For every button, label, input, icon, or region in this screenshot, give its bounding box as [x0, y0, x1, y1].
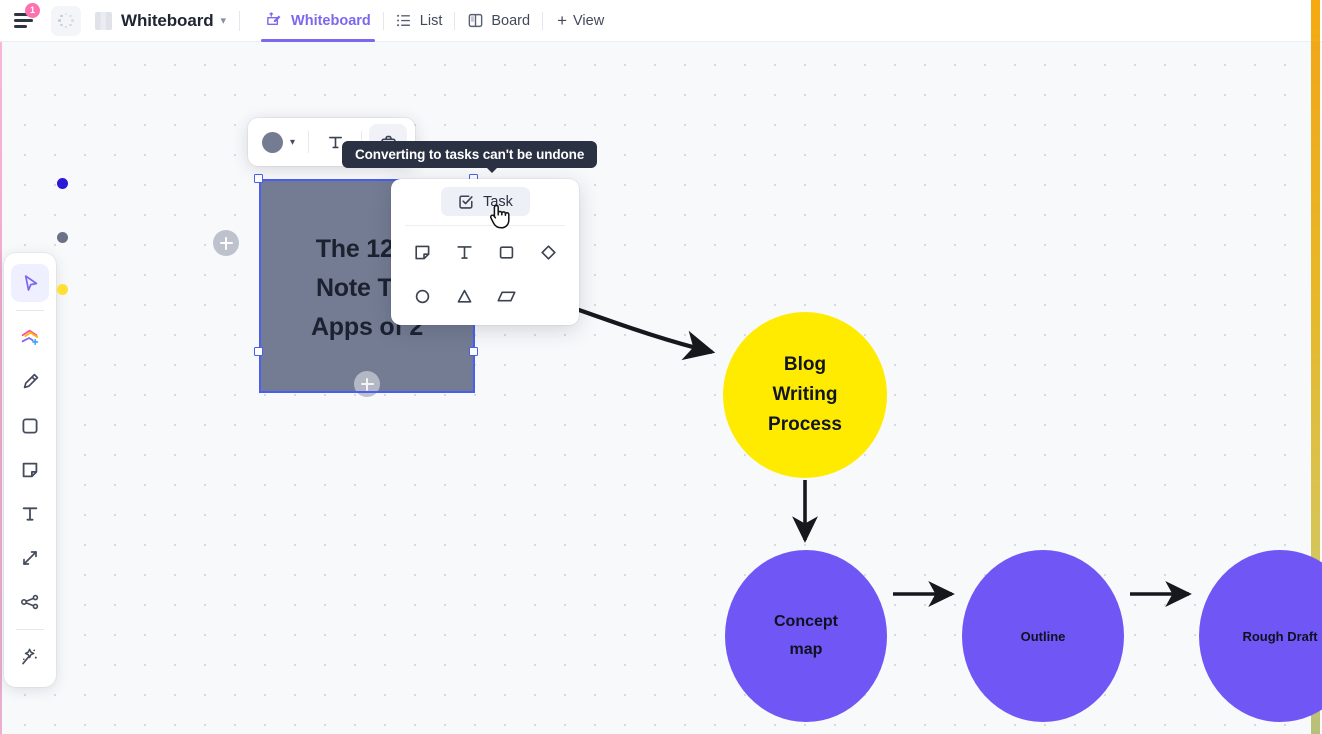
tool-color-dot-square[interactable] — [57, 232, 68, 243]
convert-menu-shape-grid — [391, 230, 579, 318]
clickup-whiteboard-app: 1 Whiteboard ▾ Whiteboard List Board + V… — [0, 0, 1322, 734]
connector-icon — [23, 551, 37, 565]
color-swatch-icon — [262, 131, 283, 153]
right-edge-accent-top — [1311, 0, 1320, 42]
menu-divider — [405, 225, 565, 226]
tool-divider — [16, 310, 44, 311]
convert-menu-item-parallelogram[interactable] — [485, 274, 527, 318]
tool-rail — [4, 253, 56, 687]
circle-icon — [415, 289, 429, 303]
add-connected-element-bottom[interactable] — [354, 371, 380, 397]
toolbar-divider — [308, 131, 310, 153]
tab-whiteboard-label: Whiteboard — [291, 12, 371, 29]
sidebar-item-magic-tool[interactable] — [11, 638, 49, 676]
whiteboard-file-icon — [95, 11, 112, 30]
flow-node-concept-map[interactable]: Concept map — [725, 550, 887, 722]
tooltip: Converting to tasks can't be undone — [342, 141, 598, 173]
resize-handle-bottom-right[interactable] — [469, 347, 478, 356]
square-icon — [499, 245, 513, 259]
resize-handle-bottom-left[interactable] — [254, 347, 263, 356]
add-connected-element-left[interactable] — [213, 230, 239, 256]
whiteboard-pen-icon — [265, 11, 284, 30]
flow-node-outline[interactable]: Outline — [962, 550, 1124, 722]
plus-icon: + — [557, 11, 567, 30]
loading-spinner — [51, 5, 81, 36]
top-bar: 1 Whiteboard ▾ Whiteboard List Board + V… — [0, 0, 1322, 42]
chevron-down-icon[interactable]: ▾ — [221, 14, 227, 27]
convert-menu-empty-cell — [527, 274, 569, 318]
sidebar-item-select-tool[interactable] — [11, 264, 49, 302]
flow-node-concept-map-label: Concept map — [774, 613, 838, 658]
chevron-down-icon: ▾ — [290, 136, 296, 148]
sidebar-item-pen-tool[interactable] — [11, 363, 49, 401]
sidebar-item-shapes-library-tool[interactable] — [11, 319, 49, 357]
tab-list-label: List — [419, 12, 443, 29]
flow-node-blog-label: Blog Writing Process — [768, 354, 842, 435]
color-picker-button[interactable]: ▾ — [256, 124, 301, 160]
mindmap-icon — [20, 594, 39, 610]
text-icon — [456, 245, 472, 259]
triangle-icon — [457, 289, 471, 303]
tooltip-text: Converting to tasks can't be undone — [355, 147, 585, 162]
convert-menu-item-sticky-note[interactable] — [401, 230, 443, 274]
task-checkbox-icon — [459, 194, 473, 209]
add-view-button[interactable]: + View — [543, 12, 618, 29]
list-icon — [396, 12, 413, 29]
diamond-icon — [540, 244, 556, 260]
pen-icon — [23, 373, 39, 389]
page-title: Whiteboard — [121, 10, 214, 30]
shapes-stack-icon — [21, 329, 39, 346]
tab-board-label: Board — [491, 12, 531, 29]
tab-list[interactable]: List — [384, 0, 455, 42]
tool-divider — [16, 629, 44, 630]
resize-handle-top-left[interactable] — [254, 174, 263, 183]
flow-node-rough-draft[interactable]: Rough Draft — [1199, 550, 1322, 722]
convert-menu-item-task[interactable]: Task — [440, 187, 530, 216]
sticky-note-icon — [414, 245, 429, 259]
cursor-icon — [24, 274, 37, 291]
convert-menu-item-circle[interactable] — [401, 274, 443, 318]
tool-color-dot-pen[interactable] — [57, 178, 68, 189]
sidebar-item-square-tool[interactable] — [11, 407, 49, 445]
tool-color-dot-sticky[interactable] — [57, 284, 68, 295]
parallelogram-icon — [496, 290, 516, 302]
convert-menu-item-text[interactable] — [443, 230, 485, 274]
sidebar-toggle-button[interactable]: 1 — [8, 2, 40, 36]
sidebar-item-connector-tool[interactable] — [11, 539, 49, 577]
flow-node-blog[interactable]: Blog Writing Process — [723, 312, 887, 478]
tab-whiteboard[interactable]: Whiteboard — [253, 0, 383, 42]
convert-menu-task-label: Task — [483, 193, 513, 210]
left-edge-accent — [0, 42, 2, 734]
sidebar-item-text-tool[interactable] — [11, 495, 49, 533]
convert-to-menu: Task — [391, 179, 579, 325]
notification-badge: 1 — [25, 2, 40, 18]
text-icon — [22, 507, 38, 521]
sidebar-item-mindmap-tool[interactable] — [11, 583, 49, 621]
view-tabs: Whiteboard List Board + View — [253, 0, 618, 42]
add-view-label: View — [573, 12, 605, 29]
sticky-note-icon — [22, 462, 38, 478]
square-icon — [22, 418, 38, 434]
document-title-button[interactable]: Whiteboard ▾ — [95, 11, 226, 31]
flow-node-outline-label: Outline — [1020, 628, 1066, 644]
tab-board[interactable]: Board — [455, 0, 542, 42]
spinner-icon — [58, 12, 75, 29]
whiteboard-canvas[interactable]: The 12 B Note Tak Apps of 2 Blog Writing… — [0, 42, 1322, 734]
convert-menu-item-square[interactable] — [485, 230, 527, 274]
convert-menu-item-diamond[interactable] — [527, 230, 569, 274]
magic-wand-icon — [22, 648, 37, 665]
board-columns-icon — [467, 12, 484, 29]
sidebar-item-sticky-note-tool[interactable] — [11, 451, 49, 489]
toolbar-divider — [239, 10, 241, 31]
convert-menu-item-triangle[interactable] — [443, 274, 485, 318]
flow-node-rough-draft-label: Rough Draft — [1242, 628, 1318, 644]
